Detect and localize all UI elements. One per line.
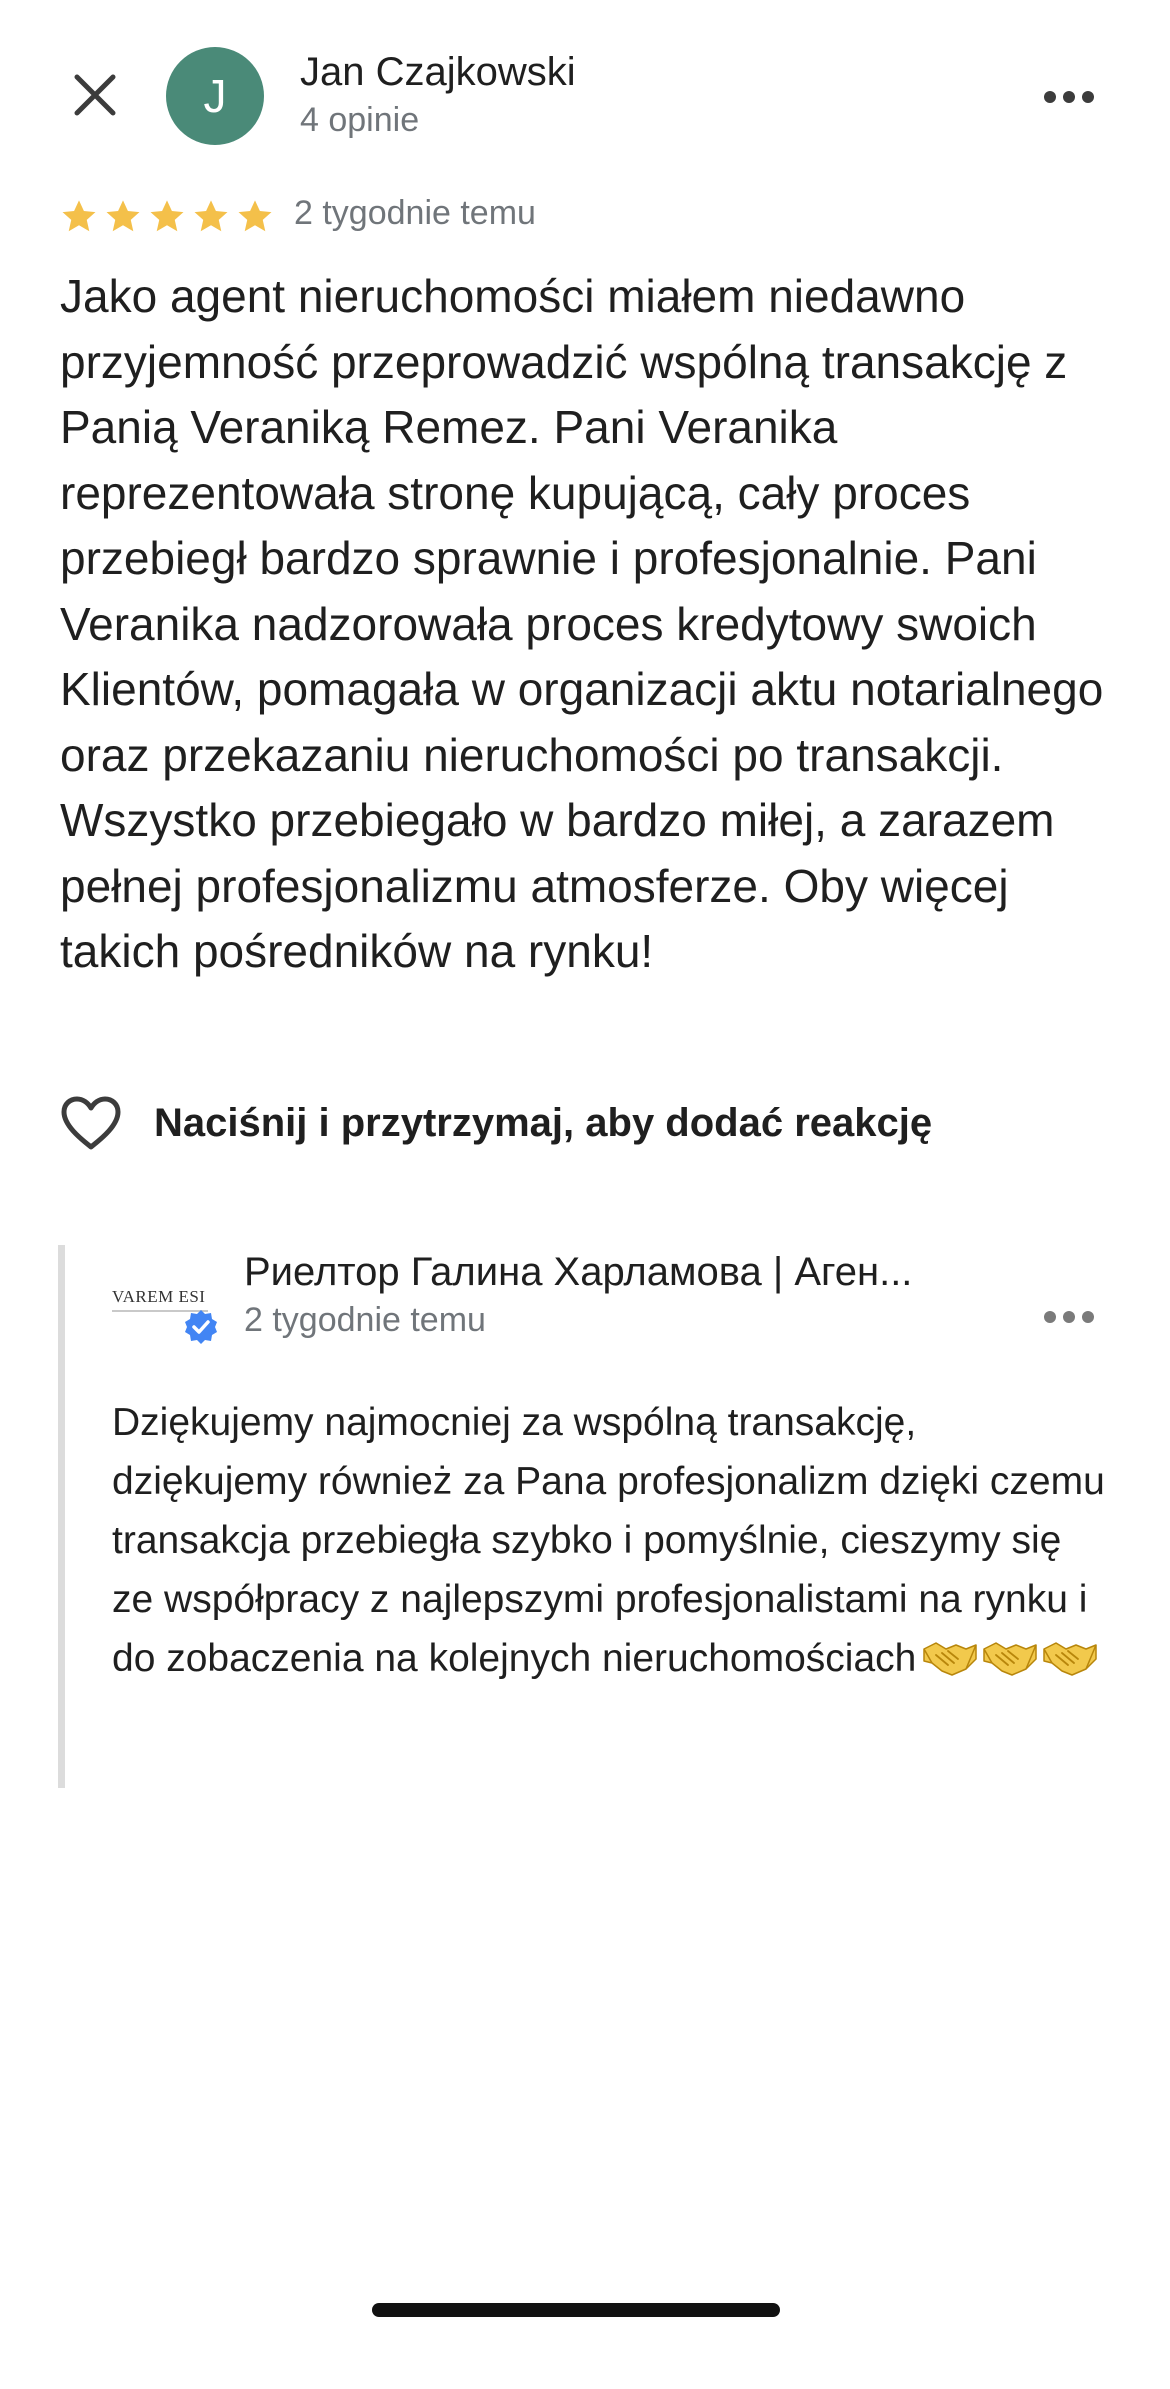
reply-text: Dziękujemy najmocniej za wspólną transak… <box>112 1393 1112 1688</box>
star-icon <box>194 200 228 232</box>
more-horizontal-icon <box>1044 91 1094 103</box>
owner-logo-text: VAREM ESI <box>112 1286 206 1306</box>
handshake-emojis <box>922 1635 1098 1679</box>
star-icon <box>62 200 96 232</box>
owner-name[interactable]: Риелтор Галина Харламова | Аген... <box>244 1250 912 1295</box>
review-time: 2 tygodnie temu <box>294 194 536 232</box>
author-review-count: 4 opinie <box>300 101 420 139</box>
handshake-icon <box>1043 1642 1098 1676</box>
close-button[interactable] <box>62 62 128 128</box>
star-icon <box>238 200 272 232</box>
author-name[interactable]: Jan Czajkowski <box>300 50 576 95</box>
handshake-icon <box>923 1642 978 1676</box>
star-icon <box>150 200 184 232</box>
avatar-initial: J <box>203 70 227 122</box>
verified-badge-icon <box>185 1310 217 1344</box>
reply-time: 2 tygodnie temu <box>244 1301 486 1339</box>
heart-outline-icon <box>61 1096 121 1150</box>
more-horizontal-icon <box>1044 1311 1094 1323</box>
more-options-button[interactable] <box>1034 72 1104 122</box>
reply-divider <box>58 1245 65 1788</box>
close-icon <box>74 74 116 116</box>
review-text: Jako agent nieruchomości miałem niedawno… <box>60 270 1104 977</box>
star-rating <box>60 193 274 241</box>
reaction-label: Naciśnij i przytrzymaj, aby dodać reakcj… <box>154 1100 933 1145</box>
handshake-icon <box>983 1642 1038 1676</box>
reply-more-options-button[interactable] <box>1034 1292 1104 1342</box>
avatar[interactable]: J <box>166 47 264 145</box>
home-indicator[interactable] <box>372 2303 780 2317</box>
add-reaction-button[interactable]: Naciśnij i przytrzymaj, aby dodać reakcj… <box>60 1095 932 1151</box>
star-icon <box>106 200 140 232</box>
